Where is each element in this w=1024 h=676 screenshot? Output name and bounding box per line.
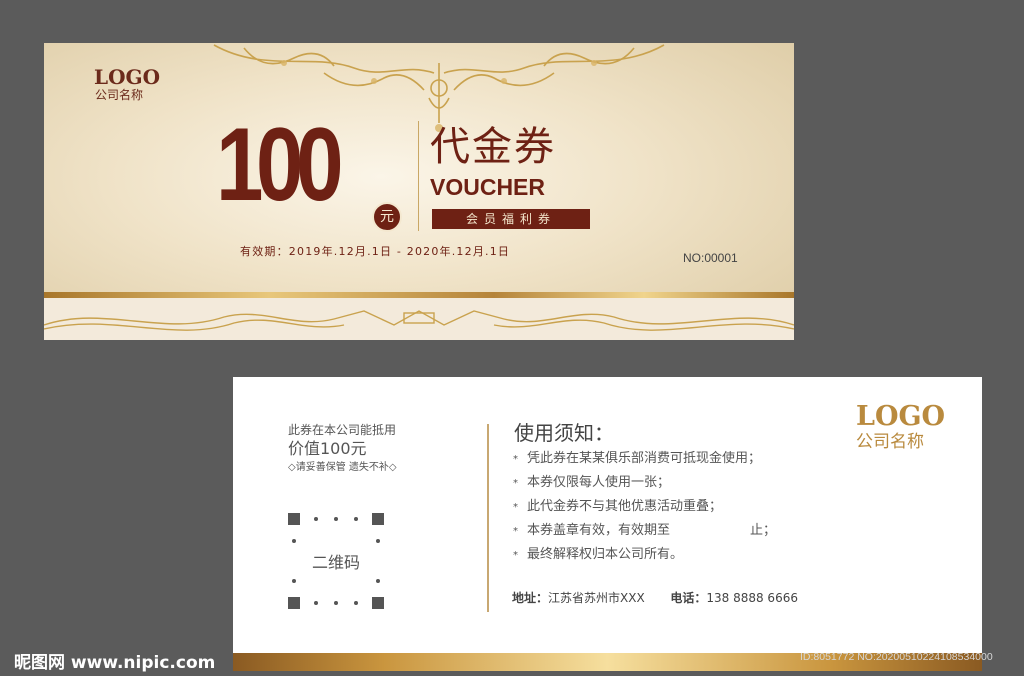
voucher-title-en: VOUCHER	[430, 174, 546, 200]
qr-dot	[292, 579, 296, 583]
image-id-watermark: ID:8051772 NO:20200510224108534000	[800, 651, 993, 663]
qr-dot	[334, 601, 338, 605]
currency-badge: 元	[372, 202, 402, 232]
site-watermark: 昵图网 www.nipic.com	[14, 653, 216, 673]
contact-line: 地址：江苏省苏州市XXX 电话：138 8888 6666	[512, 589, 798, 606]
value-line: 价值100元	[288, 439, 367, 458]
chain-ornament	[44, 310, 794, 331]
qr-dot	[376, 579, 380, 583]
voucher-title-cn: 代金券	[430, 125, 556, 169]
list-item: * 本券仅限每人使用一张；	[513, 471, 776, 495]
bullet-icon: *	[513, 550, 518, 561]
voucher-amount: 100	[216, 107, 344, 223]
logo-text: LOGO	[856, 401, 946, 432]
voucher-back: 此券在本公司能抵用 价值100元 ◇请妥善保管 遗失不补◇ 二维码 使用须知： …	[233, 377, 982, 671]
qr-corner	[288, 513, 300, 525]
phone-value: 138 8888 6666	[706, 591, 798, 605]
title-divider	[418, 121, 419, 231]
value-block: 此券在本公司能抵用 价值100元 ◇请妥善保管 遗失不补◇	[288, 422, 397, 476]
notice-list: * 凭此券在某某俱乐部消费可抵现金使用； * 本券仅限每人使用一张； * 此代金券不与…	[513, 447, 776, 567]
notice-title: 使用须知：	[514, 421, 614, 445]
bullet-icon: *	[513, 454, 518, 465]
phone-label: 电话：	[670, 591, 707, 605]
bullet-icon: *	[513, 502, 518, 513]
company-name: 公司名称	[95, 88, 144, 102]
qr-code-placeholder: 二维码	[288, 513, 384, 609]
qr-corner	[288, 597, 300, 609]
worth-line: 此券在本公司能抵用	[288, 423, 397, 437]
serial-number: NO:00001	[683, 251, 738, 265]
qr-dot	[292, 539, 296, 543]
list-item: * 最终解释权归本公司所有。	[513, 543, 776, 567]
validity-period: 有效期：2019年.12月.1日 - 2020年.12月.1日	[240, 245, 511, 258]
list-item: * 本券盖章有效，有效期至 止；	[513, 519, 776, 543]
voucher-front: LOGO 公司名称 100 元 代金券 VOUCHER 会员福利券 有效期：20…	[44, 43, 794, 340]
front-logo: LOGO 公司名称	[94, 67, 160, 103]
list-item: * 凭此券在某某俱乐部消费可抵现金使用；	[513, 447, 776, 471]
vertical-divider	[487, 424, 489, 612]
qr-dot	[334, 517, 338, 521]
keep-line: ◇请妥善保管 遗失不补◇	[288, 462, 397, 473]
list-item: * 此代金券不与其他优惠活动重叠；	[513, 495, 776, 519]
bullet-icon: *	[513, 478, 518, 489]
qr-label: 二维码	[311, 553, 360, 572]
qr-corner	[372, 597, 384, 609]
qr-dot	[314, 601, 318, 605]
qr-dot	[354, 601, 358, 605]
qr-dot	[314, 517, 318, 521]
bullet-icon: *	[513, 526, 518, 537]
qr-dot	[376, 539, 380, 543]
qr-dot	[354, 517, 358, 521]
address-value: 江苏省苏州市XXX	[548, 591, 645, 605]
qr-corner	[372, 513, 384, 525]
member-label: 会员福利券	[432, 209, 590, 229]
company-name: 公司名称	[856, 432, 924, 452]
logo-text: LOGO	[94, 65, 160, 89]
back-logo: LOGO 公司名称	[856, 403, 945, 453]
address-label: 地址：	[512, 591, 549, 605]
